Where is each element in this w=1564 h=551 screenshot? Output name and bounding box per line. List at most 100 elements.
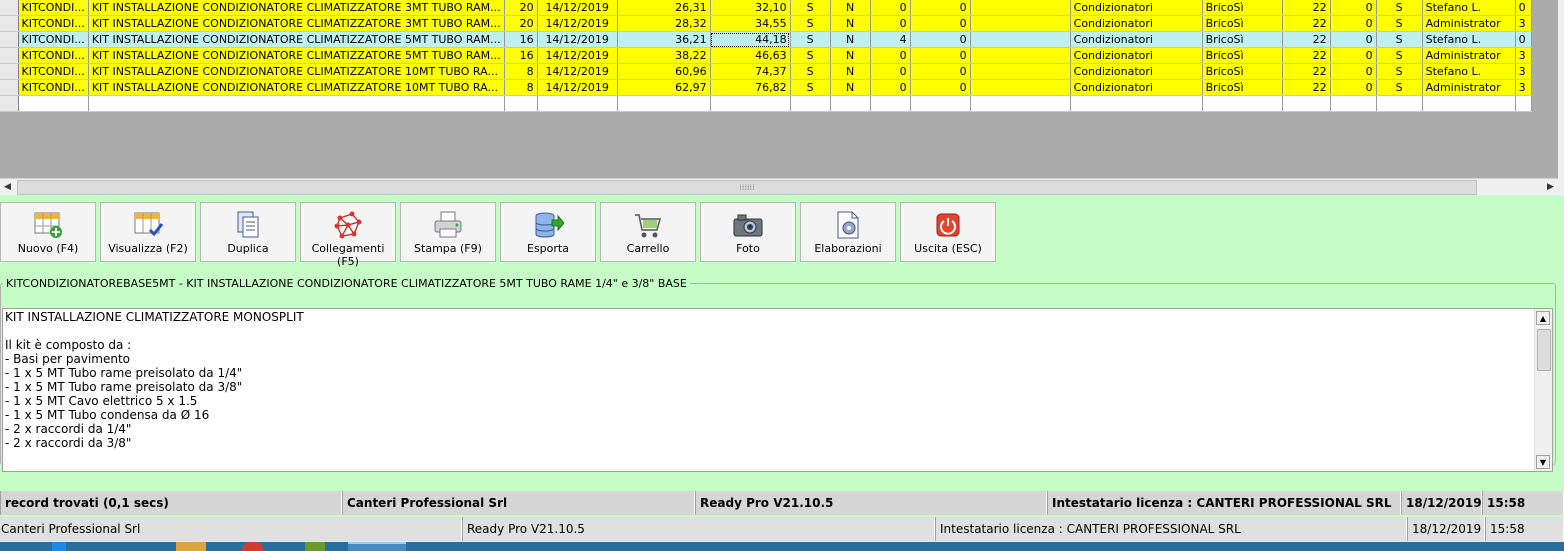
table-cell[interactable]: Condizionatori — [1070, 63, 1203, 80]
exit-button[interactable]: Uscita (ESC) — [900, 202, 996, 262]
table-cell[interactable]: 14/12/2019 — [537, 47, 618, 64]
table-cell[interactable]: 36,21 — [617, 31, 711, 48]
table-cell[interactable] — [1515, 95, 1532, 112]
print-button[interactable]: Stampa (F9) — [400, 202, 496, 262]
table-cell[interactable]: BricoSì — [1202, 63, 1283, 80]
row-indicator[interactable] — [0, 47, 19, 64]
table-cell[interactable]: N — [830, 15, 871, 32]
table-cell[interactable] — [1422, 95, 1516, 112]
grid-vertical-scrollbar[interactable] — [1558, 0, 1564, 195]
table-row[interactable]: KITCONDI... KIT INSTALLAZIONE CONDIZIONAT… — [0, 47, 1532, 64]
row-indicator[interactable] — [0, 15, 19, 32]
table-cell[interactable]: 0 — [1330, 31, 1377, 48]
table-cell[interactable]: 76,82 — [710, 79, 791, 96]
scroll-left-arrow-icon[interactable]: ◀ — [0, 179, 15, 195]
row-indicator[interactable] — [0, 63, 19, 80]
grid-horizontal-scrollbar[interactable]: ◀ ⁞⁞⁞⁞⁞⁞ ▶ — [0, 178, 1558, 195]
table-cell[interactable]: 0 — [910, 15, 971, 32]
table-cell[interactable]: 22 — [1282, 31, 1331, 48]
table-cell[interactable]: KIT INSTALLAZIONE CONDIZIONATORE CLIMATI… — [88, 63, 505, 80]
table-cell[interactable]: 0 — [1330, 15, 1377, 32]
table-cell[interactable]: Stefano L. — [1422, 63, 1516, 80]
table-cell[interactable]: S — [1376, 0, 1423, 16]
table-cell[interactable]: S — [790, 15, 831, 32]
table-cell[interactable] — [537, 95, 618, 112]
table-cell[interactable]: 28,32 — [617, 15, 711, 32]
table-cell[interactable]: 14/12/2019 — [537, 63, 618, 80]
products-grid[interactable]: KITCONDI... KIT INSTALLAZIONE CONDIZIONAT… — [0, 0, 1558, 178]
scroll-thumb[interactable]: ⁞⁞⁞⁞⁞⁞ — [17, 180, 1477, 195]
table-cell[interactable]: Condizionatori — [1070, 31, 1203, 48]
table-cell[interactable]: BricoSì — [1202, 15, 1283, 32]
table-cell[interactable]: 0 — [910, 79, 971, 96]
table-cell[interactable]: 38,22 — [617, 47, 711, 64]
table-cell[interactable]: 0 — [870, 47, 911, 64]
table-cell[interactable]: 0 — [870, 63, 911, 80]
scroll-down-arrow-icon[interactable]: ▼ — [1536, 455, 1550, 469]
table-cell[interactable]: 22 — [1282, 0, 1331, 16]
table-cell[interactable]: 14/12/2019 — [537, 79, 618, 96]
table-cell[interactable]: Condizionatori — [1070, 47, 1203, 64]
table-cell[interactable]: S — [1376, 47, 1423, 64]
table-cell[interactable]: KITCONDI... — [18, 15, 89, 32]
photo-button[interactable]: Foto — [700, 202, 796, 262]
taskbar-app-icon[interactable] — [52, 542, 66, 551]
table-cell[interactable]: 0 — [1330, 47, 1377, 64]
processing-button[interactable]: Elaborazioni — [800, 202, 896, 262]
table-cell[interactable]: 8 — [504, 79, 538, 96]
table-cell[interactable] — [970, 15, 1071, 32]
table-cell[interactable]: Condizionatori — [1070, 15, 1203, 32]
table-cell[interactable]: 3 — [1515, 15, 1532, 32]
table-cell[interactable]: 14/12/2019 — [537, 15, 618, 32]
description-scrollbar[interactable]: ▲ ▼ — [1534, 309, 1552, 471]
table-cell[interactable] — [1202, 95, 1283, 112]
table-cell[interactable]: 46,63 — [710, 47, 791, 64]
table-cell[interactable]: 60,96 — [617, 63, 711, 80]
table-cell[interactable] — [1282, 95, 1331, 112]
table-cell[interactable] — [870, 95, 911, 112]
table-cell[interactable]: BricoSì — [1202, 47, 1283, 64]
table-cell[interactable] — [970, 63, 1071, 80]
table-cell[interactable]: 0 — [870, 79, 911, 96]
table-cell[interactable] — [970, 31, 1071, 48]
table-row[interactable]: KITCONDI... KIT INSTALLAZIONE CONDIZIONAT… — [0, 79, 1532, 96]
table-cell[interactable]: S — [1376, 31, 1423, 48]
table-cell[interactable] — [970, 47, 1071, 64]
table-cell[interactable]: 0 — [910, 0, 971, 16]
table-cell[interactable]: 0 — [910, 47, 971, 64]
table-cell[interactable]: S — [790, 47, 831, 64]
table-cell[interactable] — [970, 79, 1071, 96]
table-cell[interactable]: Condizionatori — [1070, 79, 1203, 96]
table-cell[interactable]: 0 — [910, 63, 971, 80]
table-cell[interactable]: 3 — [1515, 47, 1532, 64]
table-cell[interactable] — [970, 95, 1071, 112]
table-cell[interactable]: 14/12/2019 — [537, 31, 618, 48]
table-cell[interactable] — [1070, 95, 1203, 112]
row-indicator[interactable] — [0, 79, 19, 96]
table-cell[interactable] — [790, 95, 831, 112]
table-cell[interactable]: 20 — [504, 0, 538, 16]
table-cell[interactable] — [970, 0, 1071, 16]
table-cell[interactable]: 14/12/2019 — [537, 0, 618, 16]
table-cell[interactable]: S — [790, 31, 831, 48]
table-cell[interactable] — [18, 95, 89, 112]
description-textbox[interactable]: KIT INSTALLAZIONE CLIMATIZZATORE MONOSPL… — [2, 308, 1553, 472]
table-cell[interactable]: N — [830, 47, 871, 64]
table-cell[interactable]: 22 — [1282, 79, 1331, 96]
table-cell[interactable]: S — [1376, 63, 1423, 80]
table-cell[interactable]: 16 — [504, 47, 538, 64]
table-cell[interactable]: 44,18 — [710, 31, 791, 48]
table-cell[interactable]: Administrator — [1422, 79, 1516, 96]
table-row[interactable]: KITCONDI... KIT INSTALLAZIONE CONDIZIONAT… — [0, 31, 1532, 48]
row-indicator[interactable] — [0, 0, 19, 16]
new-button[interactable]: Nuovo (F4) — [0, 202, 96, 262]
table-cell[interactable]: S — [790, 79, 831, 96]
export-button[interactable]: Esporta — [500, 202, 596, 262]
table-cell[interactable]: S — [1376, 15, 1423, 32]
table-cell[interactable]: Stefano L. — [1422, 0, 1516, 16]
table-cell[interactable] — [88, 95, 505, 112]
links-button[interactable]: Collegamenti (F5) — [300, 202, 396, 268]
cart-button[interactable]: Carrello — [600, 202, 696, 262]
table-cell[interactable]: 20 — [504, 15, 538, 32]
table-cell[interactable]: 0 — [1515, 0, 1532, 16]
